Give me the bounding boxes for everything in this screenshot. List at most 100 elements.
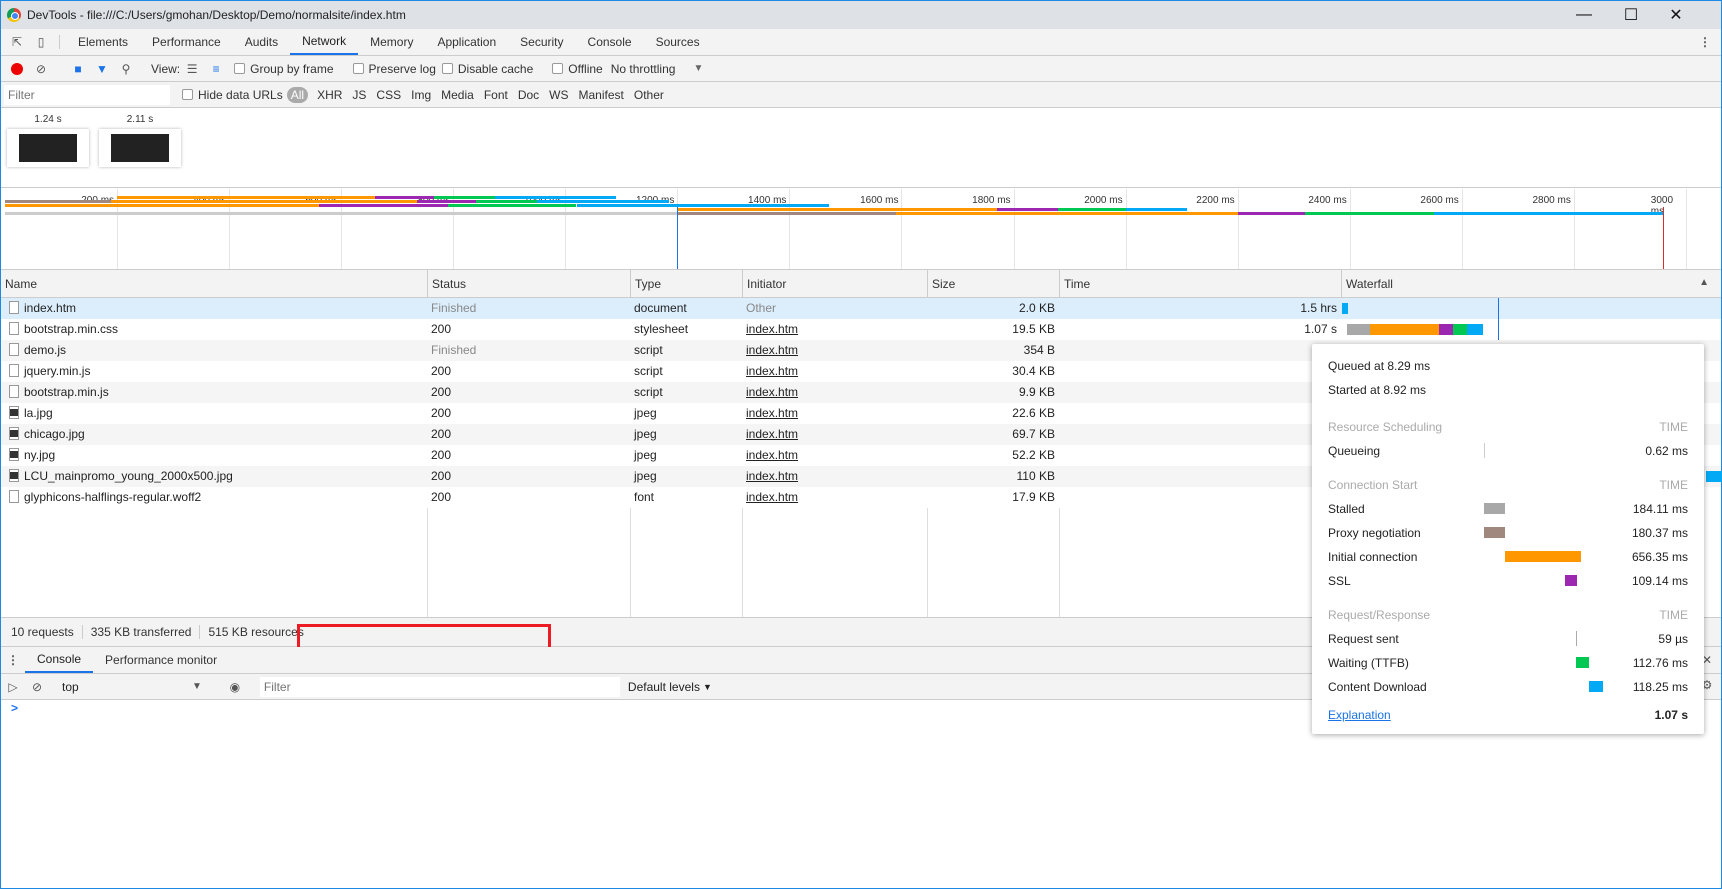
column-size[interactable]: Size bbox=[927, 270, 1059, 298]
request-initiator[interactable]: index.htm bbox=[742, 466, 927, 487]
network-overview[interactable]: 200 ms400 ms600 ms800 ms1000 ms1200 ms14… bbox=[1, 189, 1721, 270]
filter-type-doc[interactable]: Doc bbox=[513, 88, 544, 102]
offline-checkbox[interactable] bbox=[552, 63, 564, 74]
request-initiator[interactable]: index.htm bbox=[742, 424, 927, 445]
waterfall-bar[interactable] bbox=[1453, 324, 1467, 335]
filter-type-manifest[interactable]: Manifest bbox=[574, 88, 629, 102]
request-name[interactable]: glyphicons-halflings-regular.woff2 bbox=[5, 487, 425, 508]
filter-type-font[interactable]: Font bbox=[479, 88, 513, 102]
tab-memory[interactable]: Memory bbox=[358, 29, 425, 55]
clear-console-icon[interactable]: ⊘ bbox=[25, 680, 49, 694]
waterfall-bar[interactable] bbox=[1370, 324, 1439, 335]
more-options-icon[interactable]: ⋮ bbox=[1693, 33, 1717, 51]
filter-type-other[interactable]: Other bbox=[629, 88, 669, 102]
request-initiator[interactable]: index.htm bbox=[742, 445, 927, 466]
large-rows-icon[interactable]: ☰ bbox=[180, 62, 204, 76]
request-name-text: glyphicons-halflings-regular.woff2 bbox=[24, 490, 202, 504]
overview-timing-bar bbox=[1125, 208, 1188, 211]
console-prompt[interactable]: > bbox=[11, 701, 18, 715]
context-dropdown-icon[interactable]: ▼ bbox=[192, 681, 202, 692]
request-name[interactable]: chicago.jpg bbox=[5, 424, 425, 445]
tab-security[interactable]: Security bbox=[508, 29, 575, 55]
levels-dropdown-icon[interactable]: ▼ bbox=[703, 682, 712, 692]
tab-performance[interactable]: Performance bbox=[140, 29, 233, 55]
request-name[interactable]: demo.js bbox=[5, 340, 425, 361]
throttling-dropdown-icon[interactable]: ▼ bbox=[693, 63, 703, 74]
filter-type-css[interactable]: CSS bbox=[371, 88, 406, 102]
request-initiator[interactable]: index.htm bbox=[742, 487, 927, 508]
column-type[interactable]: Type bbox=[630, 270, 742, 298]
filter-type-js[interactable]: JS bbox=[347, 88, 371, 102]
tab-audits[interactable]: Audits bbox=[233, 29, 290, 55]
filter-input[interactable] bbox=[4, 84, 170, 105]
request-name[interactable]: jquery.min.js bbox=[5, 361, 425, 382]
request-name[interactable]: LCU_mainpromo_young_2000x500.jpg bbox=[5, 466, 425, 487]
log-levels-select[interactable]: Default levels bbox=[628, 680, 700, 694]
request-size: 30.4 KB bbox=[1012, 364, 1055, 378]
tab-network[interactable]: Network bbox=[290, 29, 359, 55]
filter-type-xhr[interactable]: XHR bbox=[312, 88, 347, 102]
request-name[interactable]: bootstrap.min.css bbox=[5, 319, 425, 340]
request-type: script bbox=[634, 343, 663, 357]
request-name[interactable]: ny.jpg bbox=[5, 445, 425, 466]
filmstrip-frame[interactable]: 2.11 s bbox=[99, 114, 181, 167]
filter-type-img[interactable]: Img bbox=[406, 88, 436, 102]
disable-cache-checkbox[interactable] bbox=[441, 63, 453, 74]
preserve-log-checkbox[interactable] bbox=[352, 63, 364, 74]
tab-sources[interactable]: Sources bbox=[644, 29, 712, 55]
request-initiator[interactable]: index.htm bbox=[742, 403, 927, 424]
tab-application[interactable]: Application bbox=[425, 29, 508, 55]
request-name[interactable]: la.jpg bbox=[5, 403, 425, 424]
column-name[interactable]: Name bbox=[1, 270, 427, 298]
device-toolbar-icon[interactable]: ▯ bbox=[29, 29, 53, 55]
waterfall-bar[interactable] bbox=[1342, 303, 1348, 314]
request-initiator[interactable]: index.htm bbox=[742, 319, 927, 340]
filter-icon[interactable]: ▼ bbox=[90, 62, 114, 76]
maximize-button[interactable]: ☐ bbox=[1608, 1, 1654, 29]
column-status[interactable]: Status bbox=[427, 270, 630, 298]
tab-elements[interactable]: Elements bbox=[66, 29, 140, 55]
drawer-menu-icon[interactable]: ⋮ bbox=[1, 647, 25, 673]
request-status: Finished bbox=[431, 301, 477, 315]
waterfall-bar[interactable] bbox=[1706, 471, 1722, 482]
minimize-button[interactable]: — bbox=[1561, 1, 1607, 29]
request-initiator[interactable]: index.htm bbox=[742, 340, 927, 361]
drawer-tab-performance-monitor[interactable]: Performance monitor bbox=[93, 647, 229, 673]
column-waterfall[interactable]: Waterfall bbox=[1341, 270, 1722, 298]
drawer-tab-console[interactable]: Console bbox=[25, 647, 94, 673]
overview-timing-bar bbox=[374, 196, 434, 199]
search-icon[interactable]: ⚲ bbox=[114, 62, 138, 76]
column-time[interactable]: Time bbox=[1059, 270, 1341, 298]
waterfall-bar[interactable] bbox=[1439, 324, 1453, 335]
hide-data-urls-checkbox[interactable] bbox=[182, 89, 193, 100]
table-row[interactable]: index.htm Finished document Other 2.0 KB… bbox=[1, 298, 1721, 319]
explanation-link[interactable]: Explanation bbox=[1328, 708, 1391, 722]
live-expression-eye-icon[interactable]: ◉ bbox=[223, 680, 247, 694]
filter-type-media[interactable]: Media bbox=[436, 88, 479, 102]
clear-icon[interactable]: ⊘ bbox=[29, 62, 53, 76]
request-initiator[interactable]: index.htm bbox=[742, 361, 927, 382]
request-name-text: bootstrap.min.css bbox=[24, 322, 119, 336]
request-initiator[interactable]: index.htm bbox=[742, 382, 927, 403]
filter-type-all[interactable]: All bbox=[286, 86, 309, 103]
throttling-select[interactable]: No throttling bbox=[611, 62, 676, 76]
tab-console[interactable]: Console bbox=[576, 29, 644, 55]
context-select[interactable]: top bbox=[62, 680, 192, 694]
timing-popover: Queued at 8.29 ms Started at 8.92 ms Res… bbox=[1312, 344, 1704, 734]
record-button[interactable] bbox=[5, 62, 29, 75]
waterfall-bar[interactable] bbox=[1347, 324, 1370, 335]
request-name[interactable]: index.htm bbox=[5, 298, 425, 319]
capture-screenshots-icon[interactable]: ■ bbox=[66, 62, 90, 76]
close-window-button[interactable]: ✕ bbox=[1653, 1, 1699, 29]
filmstrip-frame[interactable]: 1.24 s bbox=[7, 114, 89, 167]
waterfall-bar[interactable] bbox=[1467, 324, 1483, 335]
column-initiator[interactable]: Initiator bbox=[742, 270, 927, 298]
show-sidebar-icon[interactable]: ▷ bbox=[1, 680, 25, 694]
filter-type-ws[interactable]: WS bbox=[544, 88, 573, 102]
group-by-frame-checkbox[interactable] bbox=[234, 63, 246, 74]
sort-ascending-icon[interactable]: ▲ bbox=[1699, 277, 1709, 288]
console-filter-input[interactable] bbox=[259, 676, 620, 697]
inspect-element-icon[interactable]: ⇱ bbox=[5, 29, 29, 55]
request-name[interactable]: bootstrap.min.js bbox=[5, 382, 425, 403]
waterfall-view-icon[interactable]: ≡ bbox=[204, 62, 228, 76]
